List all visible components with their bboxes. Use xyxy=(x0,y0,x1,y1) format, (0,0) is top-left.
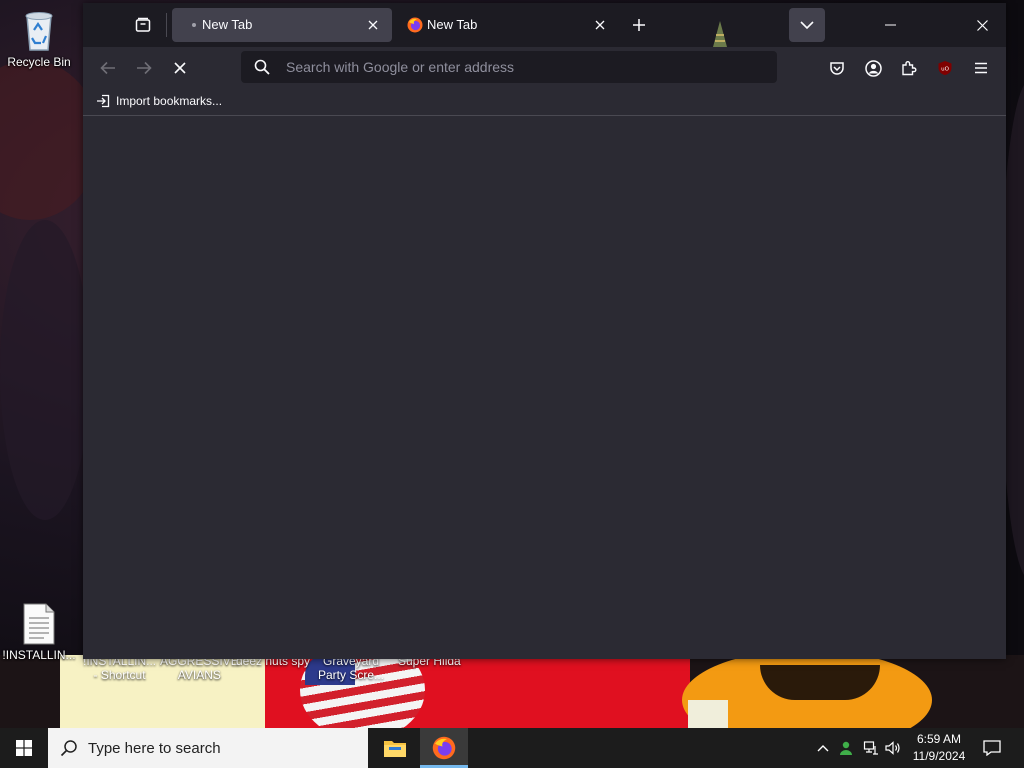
show-hidden-icons-button[interactable] xyxy=(812,728,834,768)
user-status-icon xyxy=(840,741,852,755)
arrow-left-icon xyxy=(100,61,115,75)
bookmarks-toolbar: Import bookmarks... xyxy=(83,89,1006,116)
search-icon xyxy=(254,59,270,75)
tab-loading-dot-icon xyxy=(192,23,196,27)
minimize-button[interactable] xyxy=(867,3,913,47)
firefox-taskbar-button[interactable] xyxy=(420,728,468,768)
extensions-button[interactable] xyxy=(894,53,924,83)
import-bookmarks-button[interactable]: Import bookmarks... xyxy=(96,94,222,108)
address-bar[interactable]: Search with Google or enter address xyxy=(241,51,777,83)
firefox-view-icon xyxy=(135,17,151,32)
tab-new-tab-inactive[interactable]: New Tab xyxy=(397,8,619,42)
application-menu-button[interactable] xyxy=(966,53,996,83)
chevron-up-icon xyxy=(817,745,829,752)
file-explorer-icon xyxy=(384,741,406,757)
firefox-icon xyxy=(432,736,456,760)
aggressive-avians-label-line2: AVIANS xyxy=(177,668,221,682)
tab-new-tab-active[interactable]: New Tab xyxy=(172,8,392,42)
maximize-button[interactable] xyxy=(913,3,959,47)
tab-close-button[interactable] xyxy=(591,16,609,34)
svg-text:uO: uO xyxy=(941,67,949,73)
recycle-bin-icon xyxy=(25,12,53,51)
action-center-button[interactable] xyxy=(976,728,1008,768)
taskbar-clock[interactable]: 6:59 AM 11/9/2024 xyxy=(905,731,973,765)
start-button[interactable] xyxy=(0,728,48,768)
address-bar-placeholder: Search with Google or enter address xyxy=(286,59,515,75)
firefox-window: New Tab New Tab Search with Google or en… xyxy=(83,3,1006,659)
tab-title: New Tab xyxy=(427,17,478,32)
list-all-tabs-button[interactable] xyxy=(789,8,825,42)
network-icon xyxy=(863,741,878,755)
minimize-icon xyxy=(884,24,896,26)
recycle-bin-shortcut[interactable]: Recycle Bin xyxy=(1,8,77,69)
network-tray-button[interactable] xyxy=(860,728,882,768)
stop-loading-button[interactable] xyxy=(165,53,195,83)
navigation-toolbar: Search with Google or enter address uO xyxy=(83,47,1006,89)
notification-icon xyxy=(983,740,1001,756)
forward-button[interactable] xyxy=(129,53,159,83)
clock-time: 6:59 AM xyxy=(916,732,962,746)
close-icon xyxy=(976,19,988,31)
search-icon xyxy=(60,740,77,757)
graveyard-label-line2: Party Scre... xyxy=(318,668,385,682)
recycle-bin-label: Recycle Bin xyxy=(7,55,71,69)
tab-title: New Tab xyxy=(202,17,253,32)
windows-logo-icon xyxy=(16,740,32,756)
desktop-file-installing[interactable]: !INSTALLIN... xyxy=(1,603,77,662)
close-icon xyxy=(595,20,605,30)
pocket-button[interactable] xyxy=(822,53,852,83)
taskbar-search-placeholder: Type here to search xyxy=(88,739,221,757)
desktop-file-label: !INSTALLIN... xyxy=(2,648,76,662)
page-content-area[interactable] xyxy=(83,116,1006,659)
speaker-icon xyxy=(885,741,900,755)
close-window-button[interactable] xyxy=(959,3,1005,47)
party-hat-icon xyxy=(713,21,727,47)
import-bookmarks-label: Import bookmarks... xyxy=(116,94,223,108)
back-button[interactable] xyxy=(93,53,123,83)
arrow-right-icon xyxy=(137,61,152,75)
account-button[interactable] xyxy=(858,53,888,83)
account-icon xyxy=(864,59,882,77)
shortcut-label-line2: - Shortcut xyxy=(93,668,146,682)
title-bar: New Tab New Tab xyxy=(83,3,1006,47)
hamburger-menu-icon xyxy=(975,62,987,74)
volume-tray-button[interactable] xyxy=(882,728,904,768)
file-explorer-taskbar-button[interactable] xyxy=(371,728,419,768)
taskbar-search-box[interactable]: Type here to search xyxy=(48,728,368,768)
chevron-down-icon xyxy=(800,21,814,30)
import-icon xyxy=(97,94,110,108)
stop-icon xyxy=(174,62,186,74)
clock-date: 11/9/2024 xyxy=(912,749,966,763)
tab-close-button[interactable] xyxy=(364,16,382,34)
new-tab-button[interactable] xyxy=(625,11,653,39)
plus-icon xyxy=(633,19,645,31)
people-tray-button[interactable] xyxy=(836,728,858,768)
puzzle-piece-icon xyxy=(902,61,917,76)
text-document-icon xyxy=(23,603,55,645)
ublock-origin-button[interactable]: uO xyxy=(930,53,960,83)
firefox-icon xyxy=(407,17,423,33)
firefox-view-button[interactable] xyxy=(128,11,158,39)
pocket-icon xyxy=(830,62,844,75)
windows-taskbar: Type here to search 6:59 AM 11/9/2024 xyxy=(0,728,1024,768)
close-icon xyxy=(368,20,378,30)
ublock-origin-icon: uO xyxy=(938,61,952,75)
